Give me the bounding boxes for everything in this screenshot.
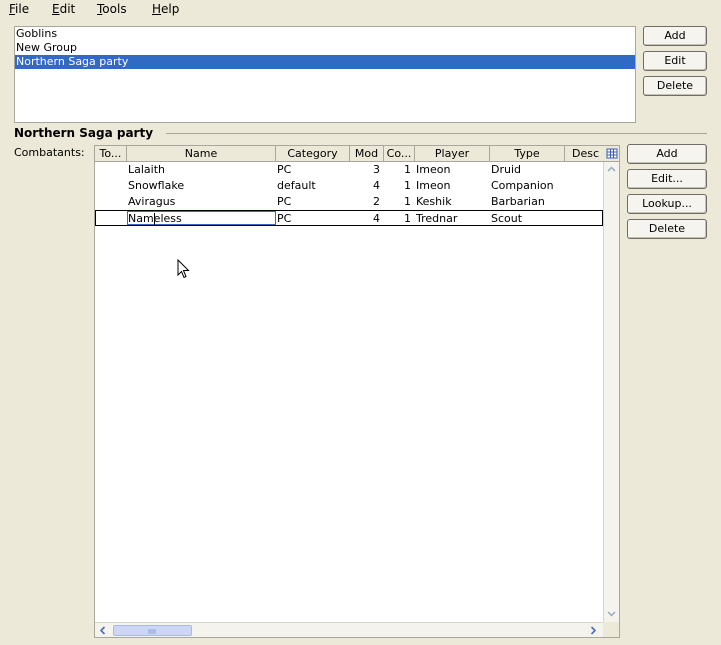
cell-count[interactable]: 1 <box>384 162 415 178</box>
group-item[interactable]: Goblins <box>15 27 635 41</box>
delete-group-button[interactable]: Delete <box>643 76 707 96</box>
cell-name-editor[interactable]: Nameless <box>128 212 275 226</box>
mouse-pointer-icon <box>177 259 190 279</box>
section-title: Northern Saga party <box>14 126 154 140</box>
cell-name[interactable]: Snowflake <box>128 178 275 194</box>
cell-desc[interactable] <box>566 178 603 194</box>
cell-count[interactable]: 1 <box>384 211 415 227</box>
cell-player[interactable]: Trednar <box>416 211 489 227</box>
scroll-left-button[interactable] <box>95 623 110 637</box>
group-item-selected[interactable]: Northern Saga party <box>15 55 635 69</box>
menu-edit[interactable]: Edit <box>52 2 75 16</box>
menu-file[interactable]: File <box>9 2 29 16</box>
chevron-right-icon <box>590 626 597 635</box>
cell-count[interactable]: 1 <box>384 194 415 210</box>
vertical-scrollbar[interactable] <box>603 162 619 622</box>
cell-mod[interactable]: 4 <box>350 211 384 227</box>
grip-icon <box>148 629 156 634</box>
delete-combatant-button[interactable]: Delete <box>627 219 707 239</box>
column-header-player[interactable]: Player <box>415 146 490 161</box>
cell-player[interactable]: Keshik <box>416 194 489 210</box>
column-header-name[interactable]: Name <box>127 146 276 161</box>
cell-category[interactable]: PC <box>277 162 349 178</box>
cell-mod[interactable]: 3 <box>350 162 384 178</box>
scroll-up-button[interactable] <box>604 162 619 177</box>
group-item[interactable]: New Group <box>15 41 635 55</box>
column-header-desc[interactable]: Desc <box>565 146 603 161</box>
cell-desc[interactable] <box>566 194 603 210</box>
group-list[interactable]: Goblins New Group Northern Saga party <box>14 26 636 123</box>
cell-player[interactable]: Imeon <box>416 162 489 178</box>
cell-desc[interactable] <box>566 211 602 227</box>
edit-combatant-button[interactable]: Edit... <box>627 169 707 189</box>
chevron-down-icon <box>607 611 616 617</box>
menu-bar: File Edit Tools Help <box>0 0 721 19</box>
cell-type[interactable]: Scout <box>491 211 564 227</box>
grid-icon <box>606 148 618 159</box>
add-combatant-button[interactable]: Add <box>627 144 707 164</box>
menu-help[interactable]: Help <box>152 2 179 16</box>
cell-mod[interactable]: 2 <box>350 194 384 210</box>
cell-name[interactable]: Aviragus <box>128 194 275 210</box>
chevron-up-icon <box>607 166 616 172</box>
edit-group-button[interactable]: Edit <box>643 51 707 71</box>
text-caret <box>154 213 155 225</box>
lookup-combatant-button[interactable]: Lookup... <box>627 194 707 214</box>
table-row[interactable]: Aviragus PC 2 1 Keshik Barbarian <box>95 194 603 210</box>
cell-to[interactable] <box>97 194 127 210</box>
table-header: To... Name Category Mod Co... Player Typ… <box>95 146 603 162</box>
table-row[interactable]: Lalaith PC 3 1 Imeon Druid <box>95 162 603 178</box>
combatants-label: Combatants: <box>14 146 85 159</box>
column-header-count[interactable]: Co... <box>384 146 415 161</box>
table-row[interactable]: Snowflake default 4 1 Imeon Companion <box>95 178 603 194</box>
scroll-down-button[interactable] <box>604 606 619 621</box>
cell-to[interactable] <box>97 178 127 194</box>
cell-player[interactable]: Imeon <box>416 178 489 194</box>
cell-category[interactable]: default <box>277 178 349 194</box>
chevron-left-icon <box>99 626 106 635</box>
cell-type[interactable]: Companion <box>491 178 564 194</box>
column-header-mod[interactable]: Mod <box>350 146 384 161</box>
column-header-to[interactable]: To... <box>95 146 127 161</box>
section-divider <box>166 133 707 134</box>
cell-type[interactable]: Barbarian <box>491 194 564 210</box>
horizontal-scrollbar[interactable] <box>95 622 603 637</box>
scrollbar-corner <box>603 622 619 637</box>
cell-count[interactable]: 1 <box>384 178 415 194</box>
column-header-category[interactable]: Category <box>276 146 350 161</box>
scroll-right-button[interactable] <box>586 623 601 637</box>
cell-to[interactable] <box>97 162 127 178</box>
table-row-editing[interactable]: Nameless PC 4 1 Trednar Scout <box>95 210 603 226</box>
cell-category[interactable]: PC <box>277 194 349 210</box>
combatants-table[interactable]: To... Name Category Mod Co... Player Typ… <box>94 145 620 638</box>
cell-desc[interactable] <box>566 162 603 178</box>
menu-tools[interactable]: Tools <box>97 2 127 16</box>
cell-name[interactable]: Lalaith <box>128 162 275 178</box>
column-chooser-button[interactable] <box>603 146 619 162</box>
name-edit-field[interactable]: Nameless <box>127 211 276 225</box>
cell-mod[interactable]: 4 <box>350 178 384 194</box>
cell-to[interactable] <box>97 211 127 227</box>
scroll-thumb[interactable] <box>113 625 192 636</box>
add-group-button[interactable]: Add <box>643 26 707 46</box>
cell-category[interactable]: PC <box>277 211 349 227</box>
cell-type[interactable]: Druid <box>491 162 564 178</box>
column-header-type[interactable]: Type <box>490 146 565 161</box>
